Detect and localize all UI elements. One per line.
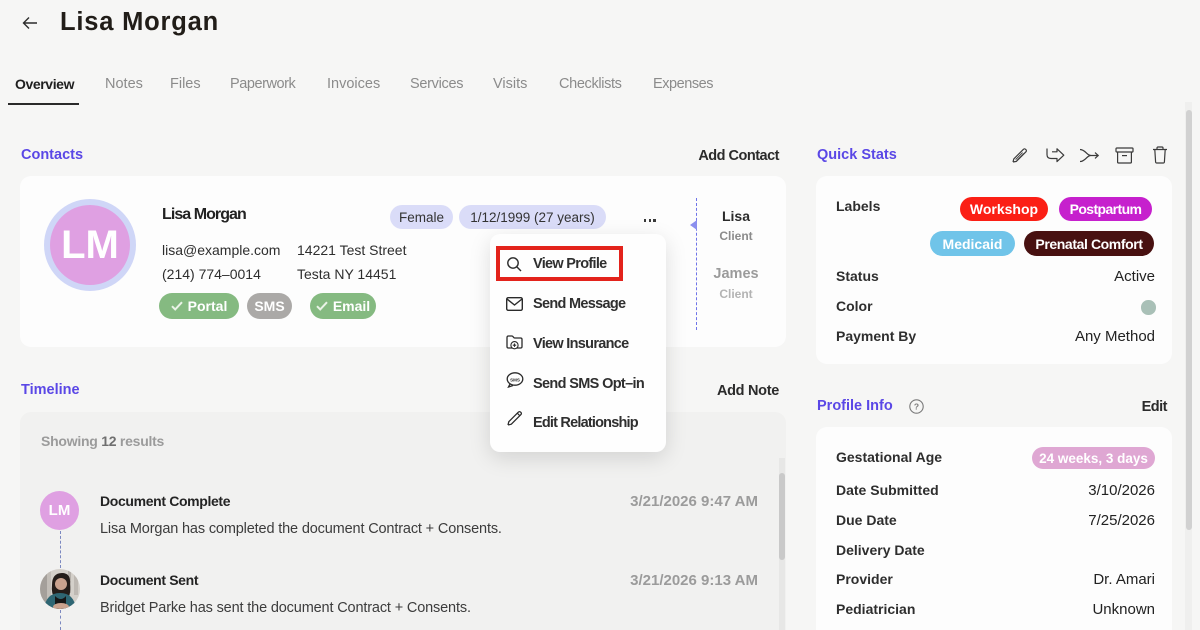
svg-text:?: ? xyxy=(914,402,919,412)
svg-text:SMS: SMS xyxy=(510,377,520,382)
